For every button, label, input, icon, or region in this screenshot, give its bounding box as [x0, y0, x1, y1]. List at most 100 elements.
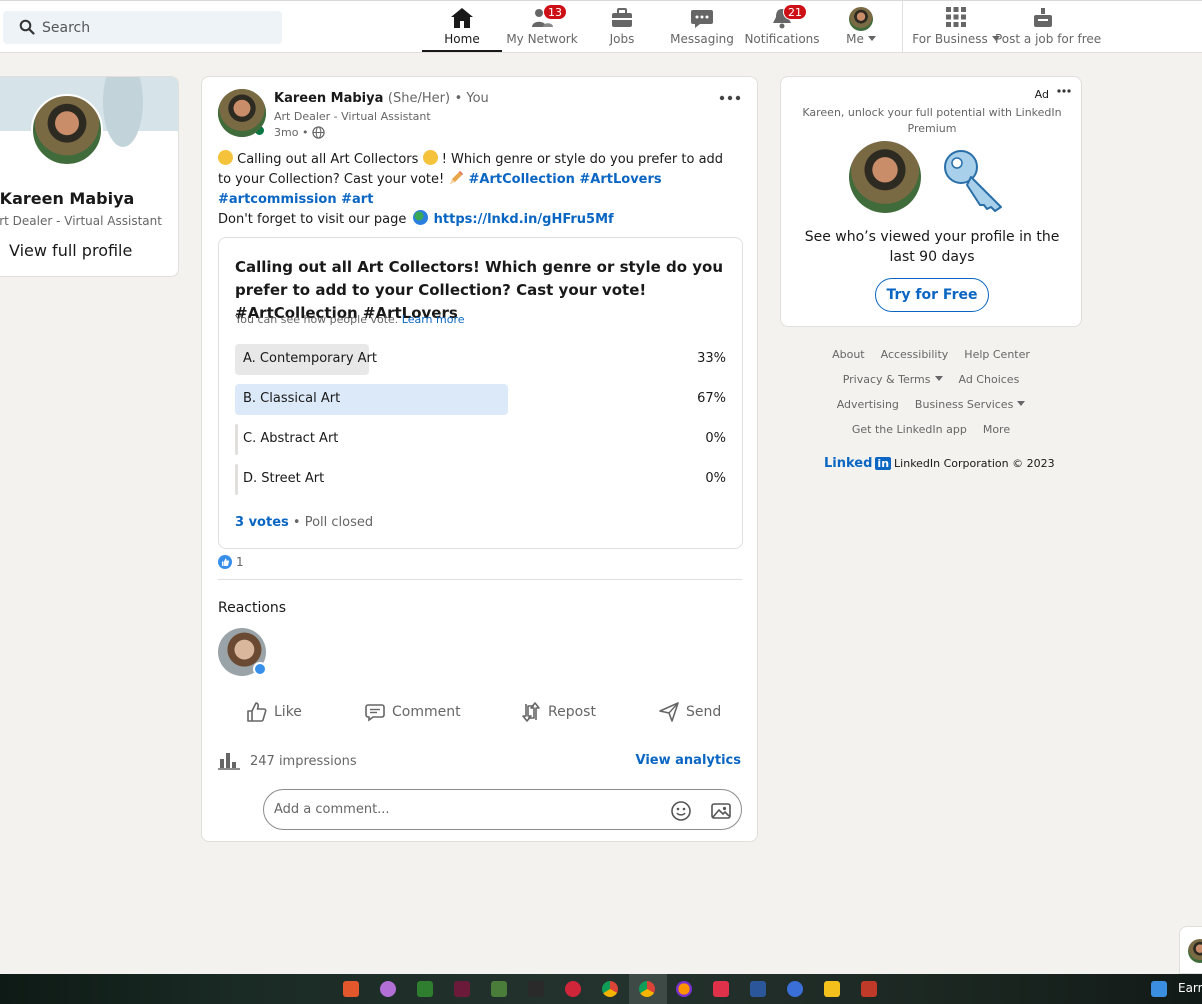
app-orange-icon[interactable]	[861, 981, 877, 997]
nav-home[interactable]: Home	[422, 0, 502, 52]
brave-icon[interactable]	[343, 981, 359, 997]
view-analytics-link[interactable]: View analytics	[636, 753, 742, 768]
send-button[interactable]: Send	[658, 701, 721, 723]
minecraft-icon[interactable]	[491, 981, 507, 997]
poll-option[interactable]: D. Street Art 0%	[235, 464, 726, 495]
image-icon[interactable]	[710, 800, 732, 822]
author-pronouns: (She/Her)	[387, 91, 451, 106]
poll-option-label: B. Classical Art	[243, 391, 341, 406]
messaging-overlay[interactable]	[1179, 926, 1202, 974]
poll-hint: You can see how people vote. Learn more	[235, 313, 465, 326]
reaction-summary[interactable]: 1	[218, 555, 244, 569]
post-link[interactable]: https://lnkd.in/gHFru5Mf	[434, 212, 614, 227]
footer-link-more[interactable]: More	[983, 421, 1010, 446]
like-reaction-icon	[218, 555, 232, 569]
poll-option-percent: 67%	[697, 391, 726, 406]
footer-link-privacy-terms[interactable]: Privacy & Terms	[843, 371, 943, 396]
author-relation: • You	[454, 91, 489, 106]
author-name[interactable]: Kareen Mabiya	[274, 91, 383, 106]
app-red-icon[interactable]	[565, 981, 581, 997]
app-terminal-icon[interactable]	[528, 981, 544, 997]
nav-jobs[interactable]: Jobs	[582, 0, 662, 52]
poll-option[interactable]: C. Abstract Art 0%	[235, 424, 726, 455]
nav-me-label: Me	[832, 32, 890, 46]
view-full-profile-link[interactable]: View full profile	[9, 241, 132, 260]
comment-button[interactable]: Comment	[364, 701, 461, 723]
post-text-1: Calling out all Art Collectors	[233, 152, 423, 167]
post-card: Kareen Mabiya (She/Her) • You Art Dealer…	[201, 76, 758, 842]
like-button[interactable]: Like	[246, 701, 302, 723]
poll-votes-link[interactable]: 3 votes	[235, 515, 289, 530]
post-meta: 3mo •	[274, 126, 326, 139]
post-actions: Like Comment Repost Send	[218, 689, 742, 737]
me-label-text: Me	[846, 32, 864, 46]
os-taskbar: Earr	[0, 974, 1202, 1004]
poll-option-fill	[235, 464, 238, 495]
app-osu-icon[interactable]	[380, 981, 396, 997]
post-author[interactable]: Kareen Mabiya (She/Her) • You	[274, 91, 489, 106]
try-for-free-button[interactable]: Try for Free	[875, 278, 989, 312]
profile-avatar[interactable]	[31, 94, 103, 166]
thumbs-up-icon	[247, 702, 267, 722]
profile-card: Kareen Mabiya Art Dealer - Virtual Assis…	[0, 76, 179, 277]
messaging-icon	[691, 10, 713, 28]
poll-option-fill	[235, 424, 238, 455]
messaging-avatar	[1188, 939, 1202, 963]
ad-options-icon[interactable]	[1057, 89, 1071, 93]
footer-link-business-services[interactable]: Business Services	[915, 396, 1026, 421]
comment-box[interactable]: Add a comment...	[263, 789, 742, 830]
reactions-heading: Reactions	[218, 600, 287, 616]
poll-option[interactable]: B. Classical Art 67%	[235, 384, 726, 415]
divider	[218, 579, 742, 580]
app-blue-icon[interactable]	[787, 981, 803, 997]
nav-notifications[interactable]: 21 Notifications	[742, 0, 822, 52]
app-dark-icon[interactable]	[454, 981, 470, 997]
search-input[interactable]: Search	[42, 20, 90, 36]
profile-headline: Art Dealer - Virtual Assistant	[0, 214, 162, 228]
footer-link-about[interactable]: About	[832, 346, 865, 371]
impressions[interactable]: 247 impressions	[218, 752, 357, 770]
chrome-active-icon[interactable]	[639, 981, 655, 997]
taskbar-tail-text: Earr	[1178, 981, 1202, 995]
job-post-icon	[1034, 8, 1052, 27]
post-time: 3mo •	[274, 126, 309, 139]
poll-option-label: A. Contemporary Art	[243, 351, 377, 366]
comment-input[interactable]: Add a comment...	[274, 802, 390, 817]
nav-post-job[interactable]: Post a job for free	[995, 0, 1101, 52]
learn-more-link[interactable]: Learn more	[402, 313, 465, 326]
poll-option-label: D. Street Art	[243, 471, 325, 486]
chevron-down-icon	[1017, 401, 1026, 406]
poll-option-percent: 0%	[705, 471, 726, 486]
footer-link-accessibility[interactable]: Accessibility	[881, 346, 949, 371]
poll-option[interactable]: A. Contemporary Art 33%	[235, 344, 726, 375]
app-green-icon[interactable]	[417, 981, 433, 997]
search-box[interactable]: Search	[3, 11, 282, 44]
footer-link-get-app[interactable]: Get the LinkedIn app	[852, 421, 967, 446]
nav-for-business[interactable]: For Business	[912, 0, 1000, 52]
firefox-icon[interactable]	[676, 981, 692, 997]
file-icon[interactable]	[1151, 981, 1167, 997]
poll-option-percent: 33%	[697, 351, 726, 366]
search-icon	[19, 19, 35, 35]
footer-link-advertising[interactable]: Advertising	[837, 396, 899, 421]
nav-my-network[interactable]: 13 My Network	[502, 0, 582, 52]
repost-button[interactable]: Repost	[520, 701, 596, 723]
network-badge: 13	[543, 4, 567, 20]
profile-name[interactable]: Kareen Mabiya	[0, 189, 139, 208]
footer-link-help-center[interactable]: Help Center	[964, 346, 1030, 371]
sticky-notes-icon[interactable]	[824, 981, 840, 997]
footer-link-ad-choices[interactable]: Ad Choices	[959, 371, 1020, 396]
word-icon[interactable]	[750, 981, 766, 997]
linkedin-logo-text: Linked	[824, 456, 873, 471]
more-options-icon[interactable]	[719, 95, 741, 101]
nav-me[interactable]: Me	[832, 0, 890, 52]
chevron-down-icon	[934, 376, 943, 381]
nav-messaging[interactable]: Messaging	[662, 0, 742, 52]
poll: Calling out all Art Collectors! Which ge…	[218, 237, 743, 549]
me-avatar	[849, 7, 873, 31]
repost-icon	[522, 702, 540, 722]
app-pocket-icon[interactable]	[713, 981, 729, 997]
emoji-icon[interactable]	[670, 800, 692, 822]
chrome-icon[interactable]	[602, 981, 618, 997]
poll-status: • Poll closed	[292, 515, 374, 530]
